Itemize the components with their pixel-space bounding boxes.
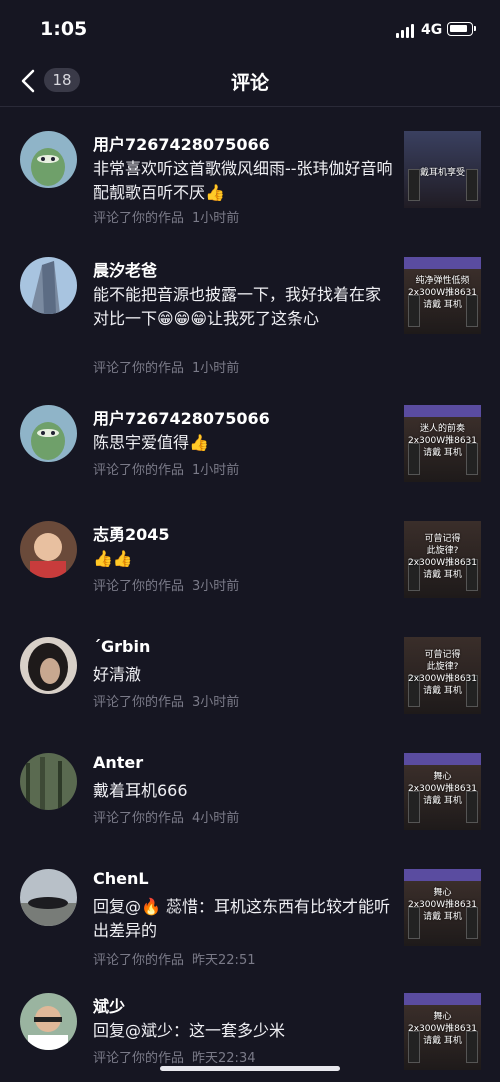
comment-meta: 评论了你的作品 3小时前 [93, 695, 240, 710]
comment-item[interactable]: 晨汐老爸 能不能把音源也披露一下，我好找着在家对比一下😁😁😁让我死了这条心 评论… [0, 233, 500, 376]
comment-item[interactable]: ChenL 回复@🔥 蕊惜：耳机这东西有比较才能听出差异的 评论了你的作品 昨天2… [0, 845, 500, 975]
home-indicator [160, 1066, 340, 1071]
comment-item[interactable]: 志勇2045 👍👍 评论了你的作品 3小时前 可曾记得 此旋律? 2x300W推8… [0, 497, 500, 607]
avatar[interactable] [20, 753, 77, 810]
comment-text: 👍👍 [93, 549, 133, 568]
comment-item[interactable]: Anter 戴着耳机666 评论了你的作品 4小时前 舞心 2x300W推8631… [0, 729, 500, 839]
video-thumbnail[interactable]: 可曾记得 此旋律? 2x300W推8631 请戴 耳机 [404, 521, 481, 598]
comment-item[interactable]: ´Grbin 好清澈 评论了你的作品 3小时前 可曾记得 此旋律? 2x300W推… [0, 613, 500, 723]
avatar[interactable] [20, 131, 77, 188]
avatar[interactable] [20, 869, 77, 926]
comment-username[interactable]: 斌少 [93, 993, 125, 1017]
avatar[interactable] [20, 637, 77, 694]
video-thumbnail[interactable]: 舞心 2x300W推8631 请戴 耳机 [404, 993, 481, 1070]
cellular-signal-icon [396, 24, 416, 38]
status-bar: 1:05 4G [0, 0, 500, 60]
comment-item[interactable]: 斌少 回复@斌少：这一套多少米 评论了你的作品 昨天22:34 舞心 2x300W… [0, 969, 500, 1079]
header: 18 评论 [0, 60, 500, 107]
comment-meta: 评论了你的作品 1小时前 [93, 211, 240, 226]
video-thumbnail[interactable]: 可曾记得 此旋律? 2x300W推8631 请戴 耳机 [404, 637, 481, 714]
comment-meta: 评论了你的作品 1小时前 [93, 361, 240, 376]
video-thumbnail[interactable]: 戴耳机享受 [404, 131, 481, 208]
comment-text: 陈思宇爱值得👍 [93, 433, 209, 452]
comment-username[interactable]: ChenL [93, 869, 149, 888]
comment-meta: 评论了你的作品 昨天22:51 [93, 953, 256, 968]
comment-text: 好清澈 [93, 665, 142, 684]
status-time: 1:05 [40, 18, 88, 40]
comment-meta: 评论了你的作品 1小时前 [93, 463, 240, 478]
page-title: 评论 [230, 72, 269, 94]
comment-text: 能不能把音源也披露一下，我好找着在家对比一下😁😁😁让我死了这条心 [93, 285, 382, 328]
comment-meta: 评论了你的作品 3小时前 [93, 579, 240, 594]
comment-meta: 评论了你的作品 昨天22:34 [93, 1051, 256, 1066]
video-thumbnail[interactable]: 纯净弹性低频 2x300W推8631 请戴 耳机 [404, 257, 481, 334]
comment-text: 非常喜欢听这首歌微风细雨--张玮伽好音响配靓歌百听不厌👍 [93, 159, 393, 202]
comment-text: 戴着耳机666 [93, 781, 188, 800]
comment-item[interactable]: 用户7267428075066 陈思宇爱值得👍 评论了你的作品 1小时前 迷人的前… [0, 381, 500, 491]
video-thumbnail[interactable]: 舞心 2x300W推8631 请戴 耳机 [404, 753, 481, 830]
avatar[interactable] [20, 257, 77, 314]
network-type: 4G [421, 22, 443, 38]
avatar[interactable] [20, 993, 77, 1050]
comment-username[interactable]: 志勇2045 [93, 521, 170, 545]
comment-meta: 评论了你的作品 4小时前 [93, 811, 240, 826]
comment-text: 回复@斌少：这一套多少米 [93, 1021, 286, 1040]
comment-username[interactable]: 晨汐老爸 [93, 257, 157, 281]
avatar[interactable] [20, 405, 77, 462]
comment-username[interactable]: Anter [93, 753, 143, 772]
comment-username[interactable]: 用户7267428075066 [93, 131, 270, 155]
battery-icon [447, 22, 476, 36]
avatar[interactable] [20, 521, 77, 578]
video-thumbnail[interactable]: 舞心 2x300W推8631 请戴 耳机 [404, 869, 481, 946]
video-thumbnail[interactable]: 迷人的前奏 2x300W推8631 请戴 耳机 [404, 405, 481, 482]
comment-text: 回复@🔥 蕊惜：耳机这东西有比较才能听出差异的 [93, 897, 391, 940]
comment-username[interactable]: 用户7267428075066 [93, 405, 270, 429]
comment-username[interactable]: ´Grbin [93, 637, 150, 656]
comment-item[interactable]: 用户7267428075066 非常喜欢听这首歌微风细雨--张玮伽好音响配靓歌百… [0, 107, 500, 227]
